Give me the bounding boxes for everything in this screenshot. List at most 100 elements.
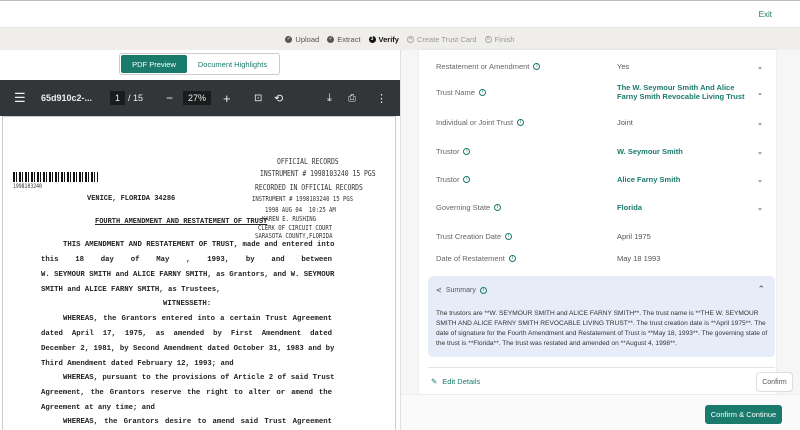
zoom-level-input[interactable]: 27% <box>183 91 212 105</box>
summary-header[interactable]: ⋞ Summary i <box>436 286 487 294</box>
document-text-line: Agreement, the Grantors reserve the righ… <box>41 389 332 397</box>
chevron-down-icon[interactable]: ⌄ <box>754 203 766 212</box>
document-text-line: SMITH and ALICE FARNY SMITH, as Trustees… <box>41 286 221 294</box>
document-panel: PDF Preview Document Highlights ☰ 65d910… <box>0 50 400 430</box>
address: VENICE, FLORIDA 34286 <box>87 195 176 203</box>
info-icon[interactable]: i <box>517 118 525 126</box>
field-value: May 18 1993 <box>617 253 661 263</box>
pdf-filename: 65d910c2-... <box>41 93 93 103</box>
tab-pdf-preview[interactable]: PDF Preview <box>121 55 187 73</box>
field-label: Individual or Joint Trust i <box>436 118 617 127</box>
info-icon[interactable]: i <box>533 62 541 70</box>
step-label: Finish <box>494 34 515 44</box>
field-label-text: Trust Creation Date <box>436 231 502 241</box>
field-row[interactable]: Governing State i Florida ⌄ <box>436 199 766 215</box>
document-text-line: December 2, 1981, by Second Amendment da… <box>41 345 335 353</box>
print-icon[interactable]: ⎙ <box>348 93 356 104</box>
chevron-up-icon[interactable]: ⌃ <box>757 284 765 295</box>
confirm-button[interactable]: Confirm <box>756 372 793 392</box>
field-row[interactable]: Trustor i Alice Farny Smith ⌄ <box>436 171 766 187</box>
fit-page-icon[interactable]: ⊡ <box>254 93 262 104</box>
info-icon[interactable]: i <box>508 254 516 262</box>
field-value: Alice Farny Smith <box>617 174 681 184</box>
step-number-icon: 5 <box>484 35 492 43</box>
field-label: Trust Name i <box>436 88 617 97</box>
summary-text: The trustors are **W. SEYMOUR SMITH and … <box>436 310 768 347</box>
info-icon[interactable]: i <box>463 175 471 183</box>
field-row[interactable]: Date of Restatement i May 18 1993 <box>436 250 766 266</box>
chevron-down-icon[interactable]: ⌄ <box>754 62 766 71</box>
step-label: Verify <box>378 34 399 44</box>
document-text-line: this 18 day of May , 1993, by and betwee… <box>41 256 332 264</box>
edit-details-label: Edit Details <box>442 377 481 386</box>
step-number-icon: 3 <box>368 35 376 43</box>
tab-document-highlights[interactable]: Document Highlights <box>187 55 278 73</box>
document-text-line: Third Amendment dated February 12, 1993;… <box>41 360 234 368</box>
step-number-icon: 4 <box>406 35 414 43</box>
info-icon[interactable]: i <box>478 88 486 96</box>
step-extract: ✓ Extract <box>327 35 361 44</box>
stamp-line: INSTRUMENT # 1998103240 15 PGS <box>260 169 376 178</box>
field-value: Florida <box>617 202 643 212</box>
progress-stepper: ✓ Upload ✓ Extract 3 Verify 4 Create Trust C… <box>0 28 800 50</box>
field-label-text: Individual or Joint Trust <box>436 117 514 127</box>
stamp-line: 1998 AUG 04 10:25 AM <box>265 206 336 214</box>
zoom-in-icon[interactable]: + <box>223 91 231 106</box>
document-text-line: WHEREAS, the Grantors entered into a cer… <box>63 315 332 323</box>
footer-bar: Confirm & Continue <box>401 394 800 430</box>
page-number-input[interactable]: 1 <box>110 91 126 105</box>
field-row[interactable]: Trust Creation Date i April 1975 <box>436 228 766 244</box>
barcode-image <box>13 172 98 182</box>
field-value: W. Seymour Smith <box>617 146 683 156</box>
zoom-out-icon[interactable]: − <box>166 91 173 105</box>
document-text-line: THIS AMENDMENT AND RESTATEMENT OF TRUST,… <box>63 241 335 249</box>
step-upload: ✓ Upload <box>285 35 319 44</box>
field-row[interactable]: Trustor i W. Seymour Smith ⌄ <box>436 143 766 159</box>
rotate-icon[interactable]: ⟲ <box>274 92 283 105</box>
info-icon[interactable]: i <box>463 147 471 155</box>
summary-title: Summary <box>445 286 476 294</box>
chevron-down-icon[interactable]: ⌄ <box>754 118 766 127</box>
field-value: April 1975 <box>617 231 651 241</box>
stamp-line: RECORDED IN OFFICIAL RECORDS <box>255 183 363 192</box>
exit-link[interactable]: Exit <box>759 10 772 19</box>
confirm-continue-button[interactable]: Confirm & Continue <box>705 405 782 424</box>
page-total: / 15 <box>128 93 144 103</box>
top-bar: Exit <box>0 0 800 28</box>
field-row[interactable]: Individual or Joint Trust i Joint ⌄ <box>436 114 766 130</box>
field-row[interactable]: Trust Name i The W. Seymour Smith And Alic… <box>436 83 766 101</box>
field-label-text: Trustor <box>436 174 460 184</box>
more-options-icon[interactable]: ⋮ <box>376 92 387 105</box>
step-create-trust-card: 4 Create Trust Card <box>406 34 477 44</box>
field-label-text: Date of Restatement <box>436 253 505 263</box>
info-icon[interactable]: i <box>505 232 513 240</box>
pdf-page: 1998103240 VENICE, FLORIDA 34286 FOURTH … <box>2 116 396 430</box>
field-label-text: Governing State <box>436 202 491 212</box>
document-text-line: dated April 17, 1975, as amended by Firs… <box>41 330 332 338</box>
sparkle-icon: ⋞ <box>436 287 442 294</box>
field-label-text: Trustor <box>436 146 460 156</box>
field-label: Date of Restatement i <box>436 254 617 263</box>
field-label: Trustor i <box>436 147 617 156</box>
barcode-number: 1998103240 <box>13 183 42 190</box>
step-finish: 5 Finish <box>484 34 515 44</box>
document-text-line: W. SEYMOUR SMITH and ALICE FARNY SMITH, … <box>41 271 335 279</box>
info-icon[interactable]: i <box>494 203 502 211</box>
pencil-icon: ✎ <box>431 377 438 386</box>
check-icon: ✓ <box>285 35 293 43</box>
chevron-down-icon[interactable]: ⌄ <box>754 147 766 156</box>
step-label: Create Trust Card <box>416 34 477 44</box>
edit-details-button[interactable]: ✎ Edit Details <box>431 377 480 386</box>
chevron-down-icon[interactable]: ⌄ <box>754 88 766 97</box>
document-text-line: Agreement at any time; and <box>41 404 155 412</box>
field-row[interactable]: Restatement or Amendment i Yes ⌄ <box>436 58 766 74</box>
summary-box: ⋞ Summary i ⌃ The trustors are **W. SEYMOU… <box>428 276 775 357</box>
document-heading: FOURTH AMENDMENT AND RESTATEMENT OF TRUS… <box>95 218 268 226</box>
menu-icon[interactable]: ☰ <box>14 90 26 106</box>
download-icon[interactable]: ⤓ <box>327 92 332 105</box>
document-text-line: WITNESSETH: <box>163 300 212 308</box>
field-label-text: Restatement or Amendment <box>436 61 530 71</box>
step-label: Upload <box>295 34 320 44</box>
field-label: Trustor i <box>436 175 617 184</box>
chevron-down-icon[interactable]: ⌄ <box>754 175 766 184</box>
